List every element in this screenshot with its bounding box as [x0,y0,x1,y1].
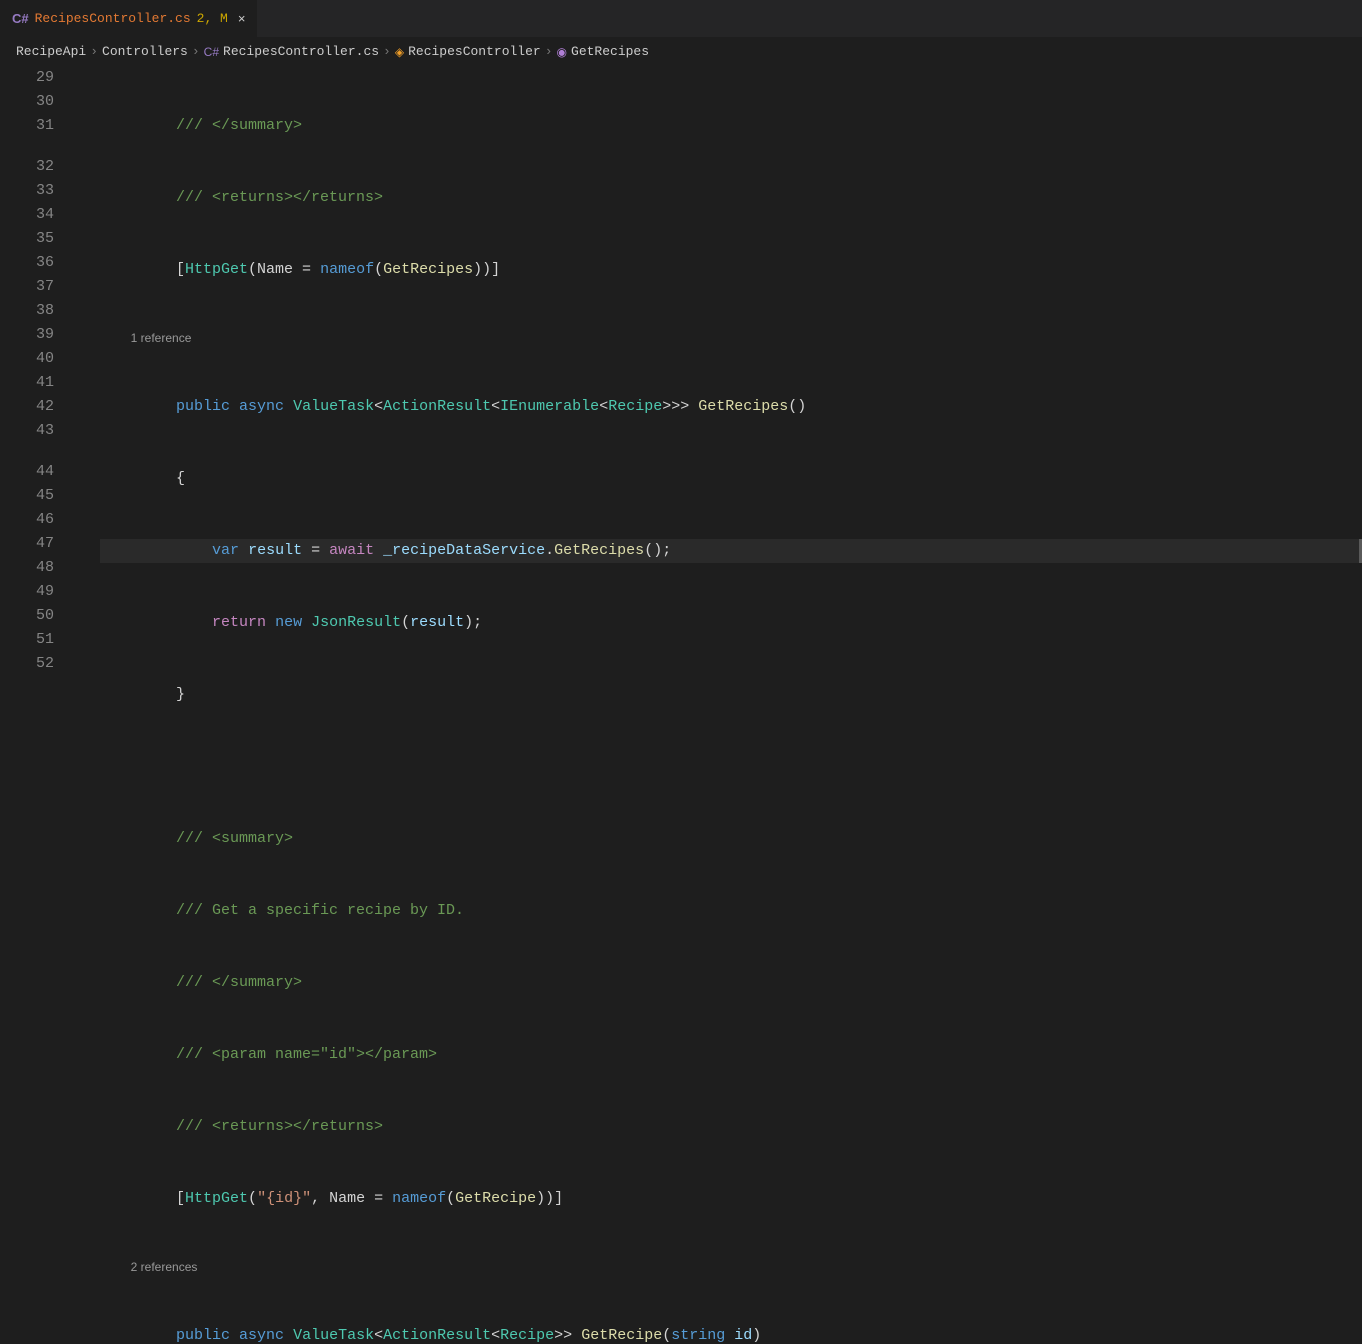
code-line[interactable]: [HttpGet("{id}", Name = nameof(GetRecipe… [100,1187,1362,1211]
fold-gutter[interactable] [72,66,100,672]
breadcrumb-item[interactable]: ◉GetRecipes [557,44,650,59]
code-line[interactable]: { [100,467,1362,491]
code-line[interactable]: /// <param name="id"></param> [100,1043,1362,1067]
close-icon[interactable]: × [238,11,246,26]
breadcrumb-item[interactable]: C#RecipesController.cs [204,44,379,59]
code-line[interactable]: /// <summary> [100,827,1362,851]
code-line[interactable]: public async ValueTask<ActionResult<IEnu… [100,395,1362,419]
tab-recipescontroller[interactable]: C# RecipesController.cs 2, M × [0,0,258,37]
csharp-icon: C# [12,11,29,26]
code-area[interactable]: /// </summary> /// <returns></returns> [… [100,66,1362,672]
code-line[interactable]: /// </summary> [100,971,1362,995]
chevron-right-icon: › [90,44,98,59]
code-line[interactable]: /// <returns></returns> [100,1115,1362,1139]
chevron-right-icon: › [383,44,391,59]
chevron-right-icon: › [192,44,200,59]
code-line[interactable]: return new JsonResult(result); [100,611,1362,635]
code-line-active[interactable]: var result = await _recipeDataService.Ge… [100,539,1362,563]
breadcrumb: RecipeApi › Controllers › C#RecipesContr… [0,38,1362,66]
breadcrumb-item[interactable]: RecipeApi [16,44,86,59]
code-line[interactable]: /// </summary> [100,114,1362,138]
codelens[interactable]: 2 references [100,1259,1362,1276]
tab-status: 2, M [197,11,228,26]
tab-bar: C# RecipesController.cs 2, M × [0,0,1362,38]
code-line[interactable]: /// Get a specific recipe by ID. [100,899,1362,923]
breadcrumb-item[interactable]: ◈RecipesController [395,44,541,59]
method-icon: ◉ [557,45,567,59]
chevron-right-icon: › [545,44,553,59]
breadcrumb-item[interactable]: Controllers [102,44,188,59]
code-editor[interactable]: 29 30 31 32 33 34 35 36 37 38 39 40 41 4… [0,66,1362,672]
codelens[interactable]: 1 reference [100,330,1362,347]
code-line[interactable] [100,755,1362,779]
class-icon: ◈ [395,45,404,59]
code-line[interactable]: [HttpGet(Name = nameof(GetRecipes))] [100,258,1362,282]
line-number-gutter: 29 30 31 32 33 34 35 36 37 38 39 40 41 4… [0,66,72,672]
code-line[interactable]: /// <returns></returns> [100,186,1362,210]
csharp-icon: C# [204,45,219,59]
code-line[interactable]: } [100,683,1362,707]
code-line[interactable]: public async ValueTask<ActionResult<Reci… [100,1324,1362,1344]
tab-filename: RecipesController.cs [35,11,191,26]
